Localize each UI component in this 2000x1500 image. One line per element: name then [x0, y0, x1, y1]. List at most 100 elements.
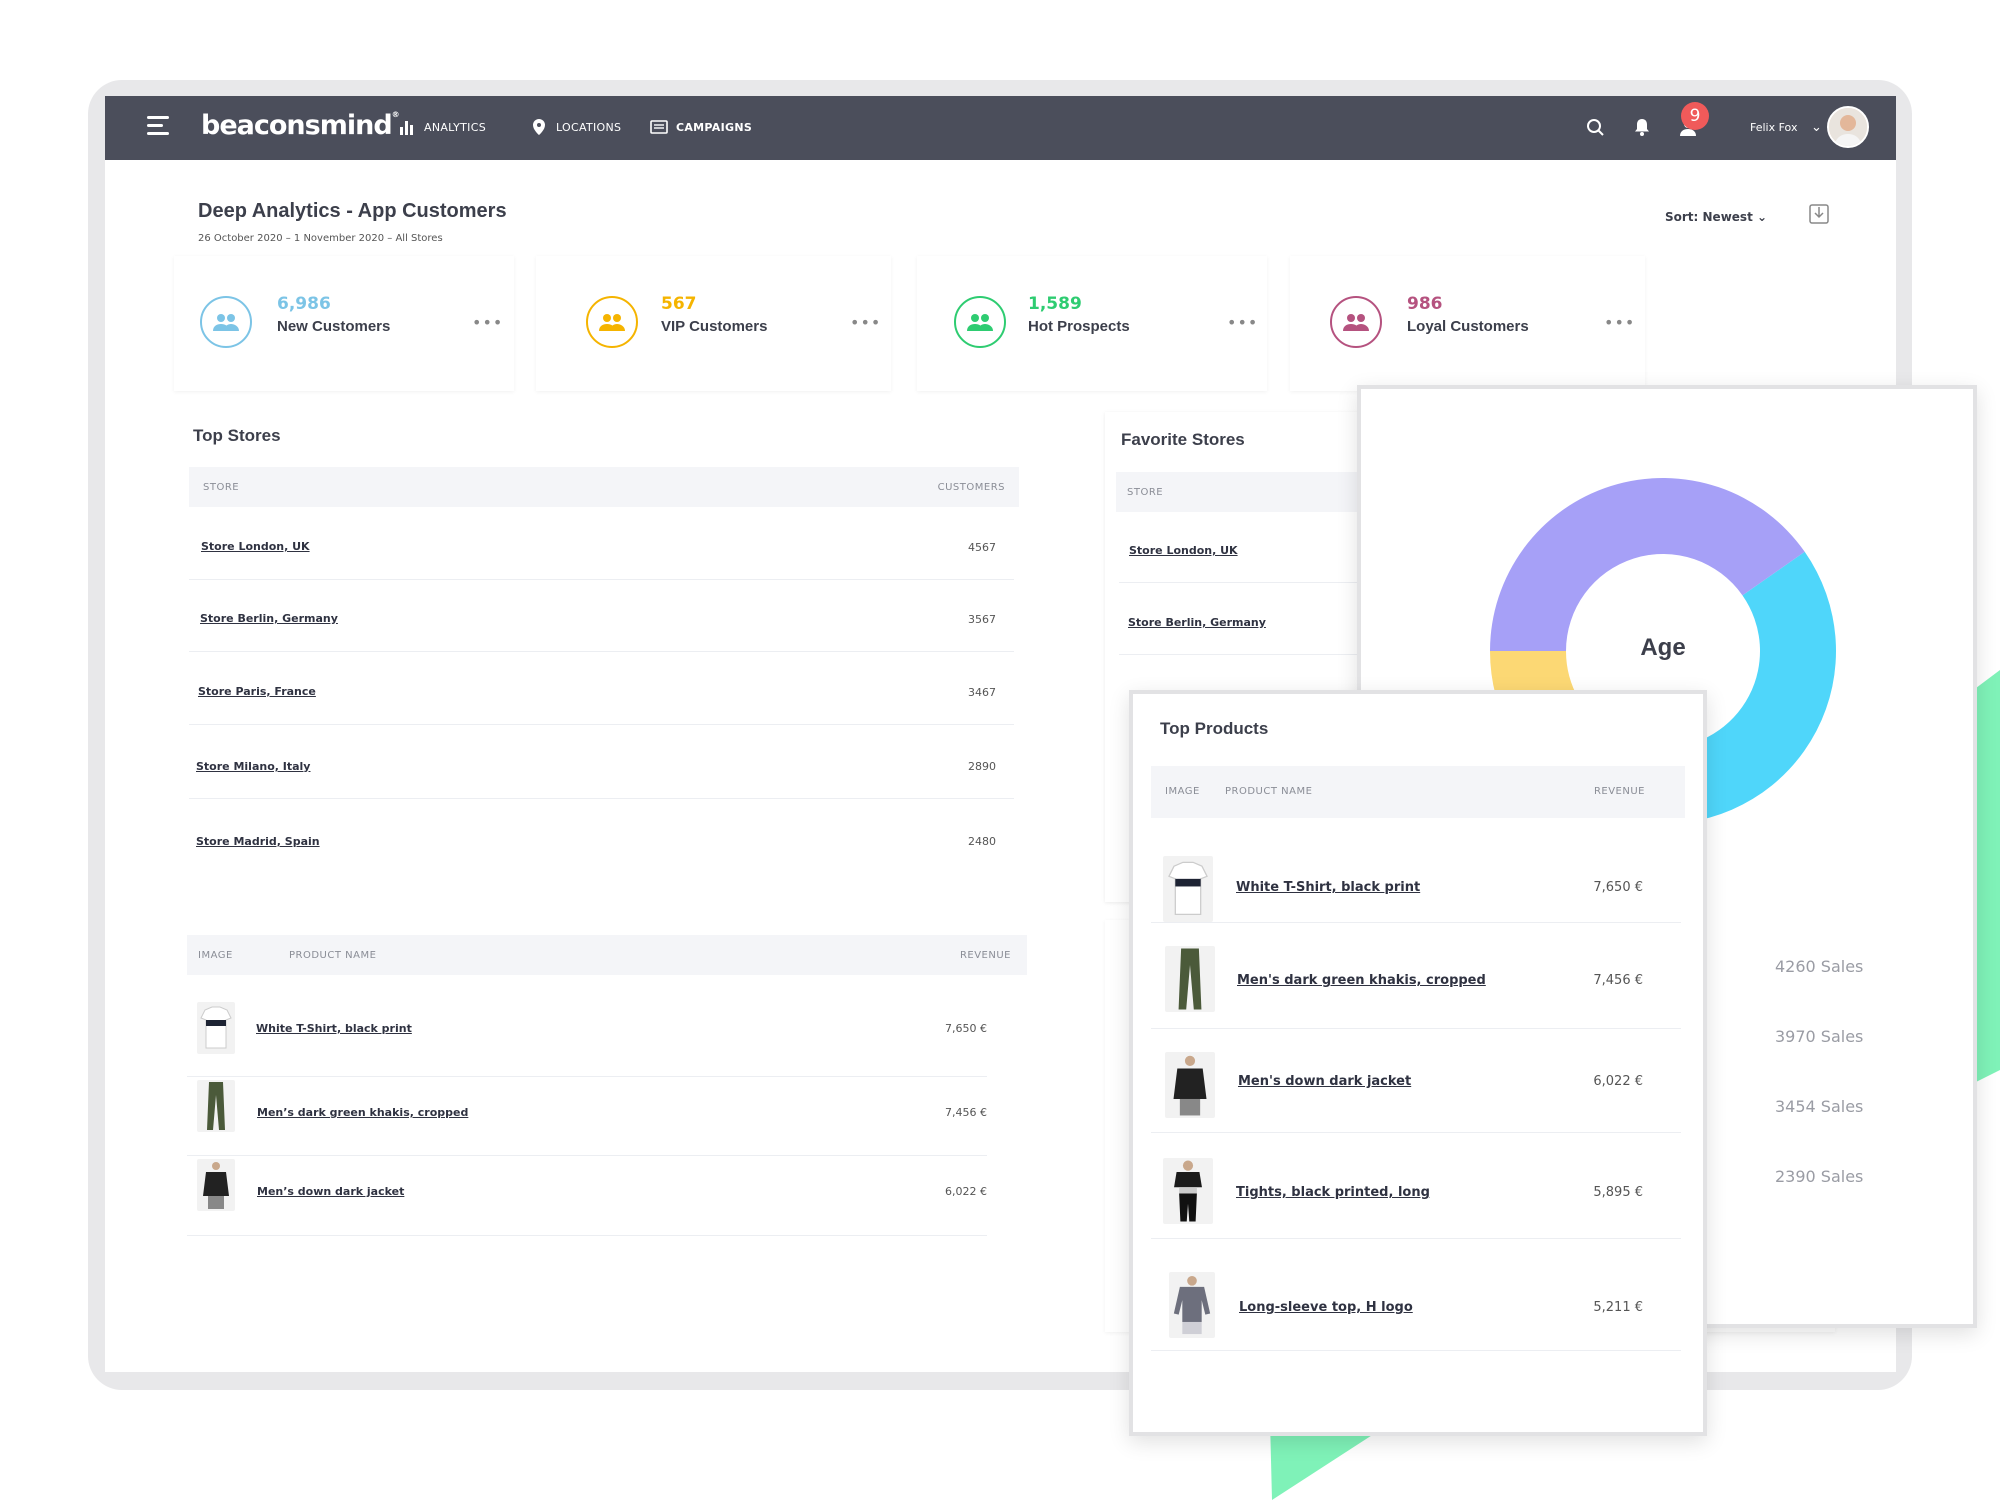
product-revenue: 7,650 €	[1593, 880, 1643, 895]
avatar[interactable]	[1827, 106, 1869, 148]
store-link[interactable]: Store London, UK	[201, 540, 310, 553]
stat-label: VIP Customers	[661, 318, 768, 335]
table-row: White T-Shirt, black print 7,650 €	[1151, 818, 1681, 923]
top-stores-table-header: STORE CUSTOMERS	[189, 467, 1019, 507]
top-stores-heading: Top Stores	[193, 426, 281, 445]
table-row: Men's dark green khakis, cropped 7,456 €	[1151, 922, 1681, 1029]
stat-value: 6,986	[277, 294, 331, 314]
product-link[interactable]: White T-Shirt, black print	[1236, 880, 1420, 895]
more-options-icon[interactable]: •••	[1604, 313, 1635, 332]
bell-icon[interactable]	[1631, 116, 1653, 138]
customer-count: 3567	[968, 613, 996, 626]
stat-label: Hot Prospects	[1028, 318, 1130, 335]
products-table-header: IMAGE PRODUCT NAME REVENUE	[187, 935, 1027, 975]
product-revenue: 7,650 €	[945, 1022, 987, 1035]
brand-logo[interactable]: beaconsmind®	[201, 110, 400, 141]
product-revenue: 6,022 €	[945, 1185, 987, 1198]
avatar-face-icon	[1829, 108, 1867, 146]
product-image-tights	[1163, 1158, 1213, 1224]
users-icon	[1343, 314, 1369, 331]
product-revenue: 6,022 €	[1593, 1074, 1643, 1089]
notification-badge: 9	[1681, 102, 1709, 130]
table-row: Store Paris, France 3467	[189, 651, 1014, 725]
stat-value: 1,589	[1028, 294, 1082, 314]
nav-campaigns-label: CAMPAIGNS	[676, 120, 753, 134]
top-navigation-bar: beaconsmind® ANALYTICS LOCATIONS CAMPAIG…	[105, 96, 1896, 160]
nav-locations[interactable]: LOCATIONS	[530, 118, 621, 136]
product-link[interactable]: Men's down dark jacket	[1238, 1074, 1411, 1089]
table-row: Store Milano, Italy 2890	[189, 724, 1014, 799]
chevron-down-icon: ⌄	[1810, 120, 1822, 135]
stat-card-new-customers[interactable]: 6,986 New Customers •••	[174, 256, 514, 391]
table-row: Tights, black printed, long 5,895 €	[1151, 1132, 1681, 1239]
store-link[interactable]: Store Paris, France	[198, 685, 316, 698]
table-row: Long-sleeve top, H logo 5,211 €	[1151, 1238, 1681, 1351]
top-products-heading: Top Products	[1160, 719, 1269, 738]
sales-label: 4260 Sales	[1775, 957, 1864, 976]
sort-label: Sort: Newest	[1665, 210, 1753, 224]
product-link[interactable]: Men’s dark green khakis, cropped	[257, 1106, 468, 1119]
favorite-stores-heading: Favorite Stores	[1121, 430, 1245, 449]
download-icon[interactable]	[1809, 202, 1829, 224]
col-product-name: PRODUCT NAME	[289, 950, 377, 961]
page-title: Deep Analytics - App Customers	[198, 200, 507, 222]
more-options-icon[interactable]: •••	[1227, 313, 1258, 332]
product-link[interactable]: White T-Shirt, black print	[256, 1022, 412, 1035]
table-row: Men's down dark jacket 6,022 €	[1151, 1028, 1681, 1133]
col-customers: CUSTOMERS	[937, 482, 1005, 493]
col-image: IMAGE	[1165, 786, 1200, 797]
users-icon	[599, 314, 625, 331]
product-link[interactable]: Tights, black printed, long	[1236, 1185, 1430, 1200]
search-icon[interactable]	[1584, 116, 1606, 138]
nav-locations-label: LOCATIONS	[556, 120, 622, 134]
stat-label: Loyal Customers	[1407, 318, 1529, 335]
product-image-jacket	[197, 1159, 235, 1211]
product-link[interactable]: Men's dark green khakis, cropped	[1237, 973, 1486, 988]
table-row: White T-Shirt, black print 7,650 €	[187, 996, 987, 1077]
product-revenue: 7,456 €	[1593, 973, 1643, 988]
product-image-khakis	[197, 1080, 235, 1132]
stat-value: 986	[1407, 294, 1443, 314]
stat-label: New Customers	[277, 318, 391, 335]
customer-count: 3467	[968, 686, 996, 699]
store-link[interactable]: Store Madrid, Spain	[196, 835, 320, 848]
nav-analytics[interactable]: ANALYTICS	[398, 118, 486, 136]
customer-count: 2890	[968, 760, 996, 773]
product-image-khakis	[1165, 946, 1215, 1012]
table-row: Store London, UK 4567	[189, 507, 1014, 580]
stat-card-vip-customers[interactable]: 567 VIP Customers •••	[536, 256, 891, 391]
store-link[interactable]: Store Milano, Italy	[196, 760, 310, 773]
stat-card-hot-prospects[interactable]: 1,589 Hot Prospects •••	[917, 256, 1267, 391]
user-menu[interactable]: Felix Fox ⌄	[1750, 120, 1822, 135]
sort-dropdown[interactable]: Sort: Newest ⌄	[1665, 210, 1767, 224]
sales-label: 2390 Sales	[1775, 1167, 1864, 1186]
stat-card-loyal-customers[interactable]: 986 Loyal Customers •••	[1290, 256, 1645, 391]
product-link[interactable]: Men’s down dark jacket	[257, 1185, 404, 1198]
stat-icon-circle	[200, 296, 252, 348]
store-link[interactable]: Store Berlin, Germany	[1128, 616, 1266, 629]
product-link[interactable]: Long-sleeve top, H logo	[1239, 1300, 1413, 1315]
stat-value: 567	[661, 294, 697, 314]
product-image-longsleeve	[1169, 1272, 1215, 1338]
customer-count: 4567	[968, 541, 996, 554]
hamburger-menu-icon[interactable]	[147, 116, 169, 136]
more-options-icon[interactable]: •••	[850, 313, 881, 332]
col-revenue: REVENUE	[1593, 786, 1645, 797]
table-row: Store Madrid, Spain 2480	[189, 798, 1014, 868]
col-store: STORE	[203, 482, 240, 493]
stat-icon-circle	[586, 296, 638, 348]
product-image-tshirt	[1163, 856, 1213, 922]
top-products-panel: Top Products IMAGE PRODUCT NAME REVENUE …	[1129, 690, 1707, 1436]
table-row: Store Berlin, Germany 3567	[189, 579, 1014, 652]
more-options-icon[interactable]: •••	[472, 313, 503, 332]
store-link[interactable]: Store Berlin, Germany	[200, 612, 338, 625]
users-icon	[967, 314, 993, 331]
product-revenue: 7,456 €	[945, 1106, 987, 1119]
bar-chart-icon	[400, 121, 413, 135]
nav-campaigns[interactable]: CAMPAIGNS	[650, 118, 752, 136]
product-revenue: 5,895 €	[1593, 1185, 1643, 1200]
top-products-table-header: IMAGE PRODUCT NAME REVENUE	[1151, 766, 1685, 818]
stat-icon-circle	[954, 296, 1006, 348]
store-link[interactable]: Store London, UK	[1129, 544, 1238, 557]
location-pin-icon	[533, 119, 545, 135]
